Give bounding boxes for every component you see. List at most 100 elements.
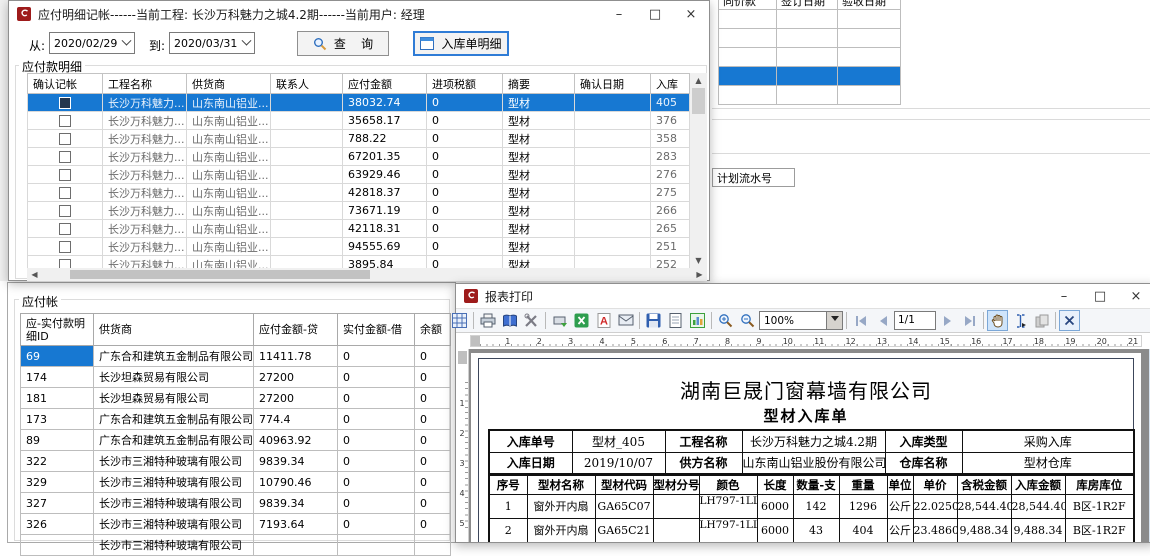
table-row[interactable]: 长沙万科魅力... 山东南山铝业... 94555.69 0 型材 251 [28, 238, 690, 256]
cell-payable[interactable]: 27200 [254, 388, 338, 409]
cell-supplier[interactable]: 广东合和建筑五金制品有限公司 [94, 430, 254, 451]
cell-tax[interactable]: 0 [427, 112, 503, 130]
confirm-checkbox[interactable] [59, 97, 71, 109]
table-row[interactable]: 322 长沙市三湘特种玻璃有限公司 9839.34 0 0 [21, 451, 451, 472]
scroll-thumb[interactable] [70, 270, 370, 279]
cell-tax[interactable]: 0 [427, 166, 503, 184]
cell-amount[interactable]: 38032.74 [343, 94, 427, 112]
column-header[interactable]: 同价款 [719, 0, 777, 10]
query-button[interactable]: 查 询 [297, 31, 389, 56]
column-header[interactable]: 应付金额 [343, 74, 427, 94]
cell-project[interactable]: 长沙万科魅力... [103, 184, 187, 202]
cell-supplier[interactable]: 长沙坦森贸易有限公司 [94, 388, 254, 409]
inbound-detail-button[interactable]: 入库单明细 [413, 31, 509, 56]
cell-supplier[interactable]: 长沙市三湘特种玻璃有限公司 [94, 493, 254, 514]
cell-supplier[interactable]: 山东南山铝业... [187, 148, 271, 166]
cell-contact[interactable] [271, 148, 343, 166]
cell-paid[interactable]: 0 [338, 430, 415, 451]
cell-contact[interactable] [271, 166, 343, 184]
cell-paid[interactable]: 0 [338, 493, 415, 514]
cell-supplier[interactable]: 长沙市三湘特种玻璃有限公司 [94, 451, 254, 472]
cell-inbound-no[interactable]: 376 [651, 112, 690, 130]
cell-inbound-no[interactable]: 405 [651, 94, 690, 112]
table-row[interactable]: 长沙市三湘特种玻璃有限公司 [21, 535, 451, 556]
cell-confirm-date[interactable] [575, 256, 651, 269]
table-row[interactable] [719, 10, 901, 29]
table-row[interactable]: 长沙万科魅力... 山东南山铝业... 63929.46 0 型材 276 [28, 166, 690, 184]
scroll-left-icon[interactable]: ◀ [27, 268, 42, 281]
cell-confirm-date[interactable] [575, 94, 651, 112]
preview-area[interactable]: 12345 湖南巨晟门窗幕墙有限公司 型材入库单 入库单号 型材_405 工程名… [456, 349, 1150, 542]
minimize-button[interactable]: – [1046, 284, 1082, 308]
zoom-combo[interactable]: 100% [759, 311, 843, 330]
cell-inbound-no[interactable]: 266 [651, 202, 690, 220]
cell-contact[interactable] [271, 256, 343, 269]
to-date-combo[interactable]: 2020/03/31 [169, 32, 255, 54]
column-header[interactable]: 摘要 [503, 74, 575, 94]
cell-amount[interactable]: 42118.31 [343, 220, 427, 238]
cell-id[interactable]: 181 [21, 388, 94, 409]
column-header[interactable]: 实付金额-借 [338, 314, 415, 346]
table-row[interactable]: 329 长沙市三湘特种玻璃有限公司 10790.46 0 0 [21, 472, 451, 493]
table-row[interactable]: 长沙万科魅力... 山东南山铝业... 788.22 0 型材 358 [28, 130, 690, 148]
cell-payable[interactable]: 9839.34 [254, 451, 338, 472]
cell-paid[interactable]: 0 [338, 388, 415, 409]
column-header[interactable]: 应-实付款明细ID [21, 314, 94, 346]
minimize-button[interactable]: – [601, 1, 637, 27]
cell-balance[interactable]: 0 [415, 451, 451, 472]
confirm-checkbox[interactable] [59, 169, 71, 181]
cell-summary[interactable]: 型材 [503, 202, 575, 220]
cell-balance[interactable]: 0 [415, 409, 451, 430]
cell-confirm-date[interactable] [575, 166, 651, 184]
column-header[interactable]: 供货商 [94, 314, 254, 346]
hand-tool-icon[interactable] [987, 310, 1008, 331]
copy-pages-icon[interactable] [1031, 310, 1052, 331]
cell-supplier[interactable]: 广东合和建筑五金制品有限公司 [94, 409, 254, 430]
cell-contact[interactable] [271, 130, 343, 148]
next-page-icon[interactable] [937, 310, 958, 331]
cell-id[interactable]: 173 [21, 409, 94, 430]
cell-balance[interactable] [415, 535, 451, 556]
table-row[interactable] [719, 86, 901, 105]
cell-supplier[interactable]: 山东南山铝业... [187, 202, 271, 220]
cell-paid[interactable]: 0 [338, 409, 415, 430]
cell-contact[interactable] [271, 112, 343, 130]
cell-supplier[interactable]: 山东南山铝业... [187, 166, 271, 184]
cell-project[interactable]: 长沙万科魅力... [103, 166, 187, 184]
table-row[interactable]: 长沙万科魅力... 山东南山铝业... 73671.19 0 型材 266 [28, 202, 690, 220]
cell-id[interactable]: 326 [21, 514, 94, 535]
table-icon[interactable] [449, 310, 470, 331]
table-row[interactable]: 长沙万科魅力... 山东南山铝业... 67201.35 0 型材 283 [28, 148, 690, 166]
plan-serial-field[interactable]: 计划流水号 [712, 168, 795, 187]
cell-balance[interactable]: 0 [415, 514, 451, 535]
cell-summary[interactable]: 型材 [503, 256, 575, 269]
table-row[interactable]: 173 广东合和建筑五金制品有限公司 774.4 0 0 [21, 409, 451, 430]
combo-drop-button[interactable] [826, 312, 842, 329]
print-icon[interactable] [477, 310, 498, 331]
confirm-checkbox[interactable] [59, 259, 71, 269]
cell-summary[interactable]: 型材 [503, 112, 575, 130]
cell-id[interactable]: 89 [21, 430, 94, 451]
cell-amount[interactable]: 73671.19 [343, 202, 427, 220]
horizontal-scrollbar[interactable]: ◀ ▶ [27, 268, 707, 281]
cell-contact[interactable] [271, 238, 343, 256]
cell-summary[interactable]: 型材 [503, 184, 575, 202]
column-header[interactable]: 验收日期 [838, 0, 901, 10]
close-button[interactable]: × [673, 1, 709, 27]
last-page-icon[interactable] [959, 310, 980, 331]
confirm-checkbox[interactable] [59, 223, 71, 235]
table-row[interactable] [719, 48, 901, 67]
cell-paid[interactable]: 0 [338, 367, 415, 388]
cell-payable[interactable]: 774.4 [254, 409, 338, 430]
table-row[interactable]: 长沙万科魅力... 山东南山铝业... 35658.17 0 型材 376 [28, 112, 690, 130]
cell-tax[interactable]: 0 [427, 256, 503, 269]
book-icon[interactable] [499, 310, 520, 331]
cell-amount[interactable]: 3895.84 [343, 256, 427, 269]
cell-supplier[interactable]: 山东南山铝业... [187, 130, 271, 148]
cell-supplier[interactable]: 山东南山铝业... [187, 238, 271, 256]
cell-confirm-date[interactable] [575, 220, 651, 238]
cell-project[interactable]: 长沙万科魅力... [103, 256, 187, 269]
cell-supplier[interactable]: 长沙市三湘特种玻璃有限公司 [94, 514, 254, 535]
chart-icon[interactable] [687, 310, 708, 331]
text-select-icon[interactable] [1009, 310, 1030, 331]
